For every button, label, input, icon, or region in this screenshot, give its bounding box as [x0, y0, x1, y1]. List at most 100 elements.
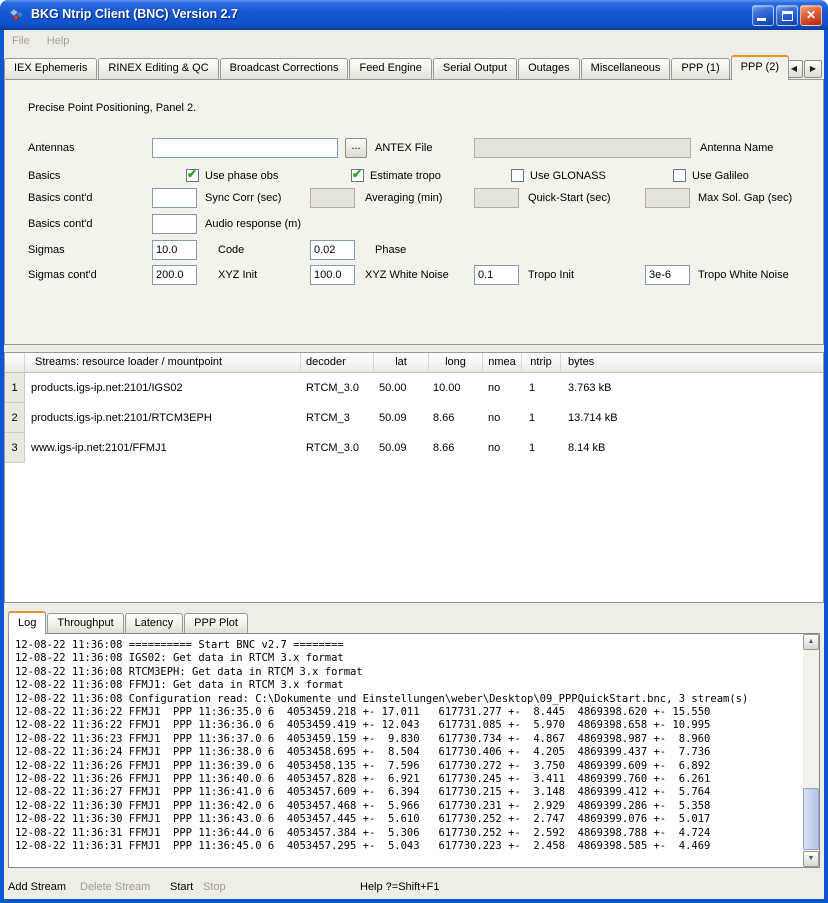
sigmas-contd-label: Sigmas cont'd: [28, 265, 97, 285]
menu-file[interactable]: File: [6, 30, 36, 52]
cell-nmea: no: [488, 403, 520, 433]
use-glonass-label: Use GLONASS: [530, 166, 606, 186]
scroll-up-button[interactable]: ▲: [803, 634, 819, 650]
bottom-tabbar: Log Throughput Latency PPP Plot: [8, 611, 249, 634]
averaging-label: Averaging (min): [365, 188, 442, 208]
scroll-up-icon: ▲: [808, 638, 815, 645]
tab-feed-engine[interactable]: Feed Engine: [349, 58, 431, 79]
header-decoder[interactable]: decoder: [301, 353, 374, 373]
stop-button[interactable]: Stop: [203, 875, 226, 899]
table-row[interactable]: 2 products.igs-ip.net:2101/RTCM3EPH RTCM…: [5, 403, 823, 433]
use-glonass-checkbox[interactable]: [511, 169, 524, 182]
tab-outages[interactable]: Outages: [518, 58, 580, 79]
tab-ppp-2[interactable]: PPP (2): [731, 55, 789, 80]
tab-iex-ephemeris[interactable]: IEX Ephemeris: [4, 58, 97, 79]
antex-browse-button[interactable]: ...: [345, 138, 367, 158]
sigma-phase-label: Phase: [375, 240, 406, 260]
xyz-white-noise-label: XYZ White Noise: [365, 265, 449, 285]
log-output: 12-08-22 11:36:08 ========== Start BNC v…: [15, 639, 797, 861]
audio-response-label: Audio response (m): [205, 214, 301, 234]
start-button[interactable]: Start: [170, 875, 193, 899]
main-tabbar: IEX Ephemeris RINEX Editing & QC Broadca…: [4, 56, 790, 80]
add-stream-button[interactable]: Add Stream: [8, 875, 66, 899]
cell-mountpoint: products.igs-ip.net:2101/RTCM3EPH: [31, 403, 299, 433]
sync-corr-input[interactable]: [152, 188, 197, 208]
antennas-label: Antennas: [28, 138, 74, 158]
cell-ntrip: 1: [529, 433, 559, 463]
menubar: File Help: [4, 30, 824, 52]
log-scrollbar[interactable]: ▲ ▼: [803, 634, 819, 867]
audio-response-input[interactable]: [152, 214, 197, 234]
table-row[interactable]: 1 products.igs-ip.net:2101/IGS02 RTCM_3.…: [5, 373, 823, 403]
header-long[interactable]: long: [429, 353, 483, 373]
tropo-init-label: Tropo Init: [528, 265, 574, 285]
minimize-icon: [757, 18, 766, 21]
window-controls: ✕: [752, 5, 822, 26]
sigma-phase-input[interactable]: [310, 240, 355, 260]
tab-miscellaneous[interactable]: Miscellaneous: [581, 58, 671, 79]
tropo-white-noise-input[interactable]: [645, 265, 690, 285]
scroll-down-icon: ▼: [808, 855, 815, 862]
cell-bytes: 3.763 kB: [568, 373, 688, 403]
close-icon: ✕: [801, 6, 821, 25]
minimize-button[interactable]: [752, 5, 774, 26]
antenna-name-label: Antenna Name: [700, 138, 773, 158]
maximize-button[interactable]: [776, 5, 798, 26]
sigma-code-input[interactable]: [152, 240, 197, 260]
tab-rinex-editing-qc[interactable]: RINEX Editing & QC: [98, 58, 218, 79]
sigmas-label: Sigmas: [28, 240, 65, 260]
cell-decoder: RTCM_3: [306, 403, 372, 433]
action-bar: Add Stream Delete Stream Start Stop Help…: [4, 875, 824, 899]
header-nmea[interactable]: nmea: [483, 353, 522, 373]
cell-lat: 50.09: [379, 433, 427, 463]
use-galileo-label: Use Galileo: [692, 166, 749, 186]
scroll-thumb[interactable]: [803, 788, 819, 850]
header-mountpoint[interactable]: Streams: resource loader / mountpoint: [25, 353, 301, 373]
delete-stream-button[interactable]: Delete Stream: [80, 875, 150, 899]
header-bytes[interactable]: bytes: [561, 353, 823, 373]
tab-throughput[interactable]: Throughput: [47, 613, 123, 633]
tab-log[interactable]: Log: [8, 611, 46, 634]
cell-long: 8.66: [433, 403, 481, 433]
cell-mountpoint: www.igs-ip.net:2101/FFMJ1: [31, 433, 299, 463]
close-button[interactable]: ✕: [800, 5, 822, 26]
scroll-down-button[interactable]: ▼: [803, 851, 819, 867]
use-phase-obs-checkbox[interactable]: [186, 169, 199, 182]
sync-corr-label: Sync Corr (sec): [205, 188, 281, 208]
cell-ntrip: 1: [529, 403, 559, 433]
tab-serial-output[interactable]: Serial Output: [433, 58, 517, 79]
cell-nmea: no: [488, 433, 520, 463]
tab-latency[interactable]: Latency: [125, 613, 184, 633]
basics-contd1-label: Basics cont'd: [28, 188, 92, 208]
xyz-white-noise-input[interactable]: [310, 265, 355, 285]
sigma-code-label: Code: [218, 240, 244, 260]
cell-mountpoint: products.igs-ip.net:2101/IGS02: [31, 373, 299, 403]
tab-ppp-plot[interactable]: PPP Plot: [184, 613, 248, 633]
header-lat[interactable]: lat: [374, 353, 429, 373]
cell-lat: 50.00: [379, 373, 427, 403]
app-icon: [9, 7, 25, 23]
table-row[interactable]: 3 www.igs-ip.net:2101/FFMJ1 RTCM_3.0 50.…: [5, 433, 823, 463]
help-hint: Help ?=Shift+F1: [360, 875, 440, 899]
tab-scroll-right-button[interactable]: ▶: [804, 60, 822, 78]
use-galileo-checkbox[interactable]: [673, 169, 686, 182]
xyz-init-input[interactable]: [152, 265, 197, 285]
tab-ppp-1[interactable]: PPP (1): [671, 58, 729, 79]
basics-contd2-label: Basics cont'd: [28, 214, 92, 234]
cell-long: 10.00: [433, 373, 481, 403]
cell-bytes: 8.14 kB: [568, 433, 688, 463]
header-ntrip[interactable]: ntrip: [522, 353, 561, 373]
cell-decoder: RTCM_3.0: [306, 433, 372, 463]
titlebar[interactable]: BKG Ntrip Client (BNC) Version 2.7 ✕: [0, 0, 828, 30]
client-area: File Help IEX Ephemeris RINEX Editing & …: [4, 30, 824, 899]
averaging-field: [310, 188, 355, 208]
estimate-tropo-checkbox[interactable]: [351, 169, 364, 182]
streams-table: Streams: resource loader / mountpoint de…: [4, 352, 824, 603]
menu-help[interactable]: Help: [41, 30, 76, 52]
tab-broadcast-corrections[interactable]: Broadcast Corrections: [220, 58, 349, 79]
antennas-input[interactable]: [152, 138, 338, 158]
tropo-init-input[interactable]: [474, 265, 519, 285]
row-number: 3: [5, 433, 25, 463]
ppp-panel: [4, 79, 824, 345]
antex-file-label: ANTEX File: [375, 138, 432, 158]
